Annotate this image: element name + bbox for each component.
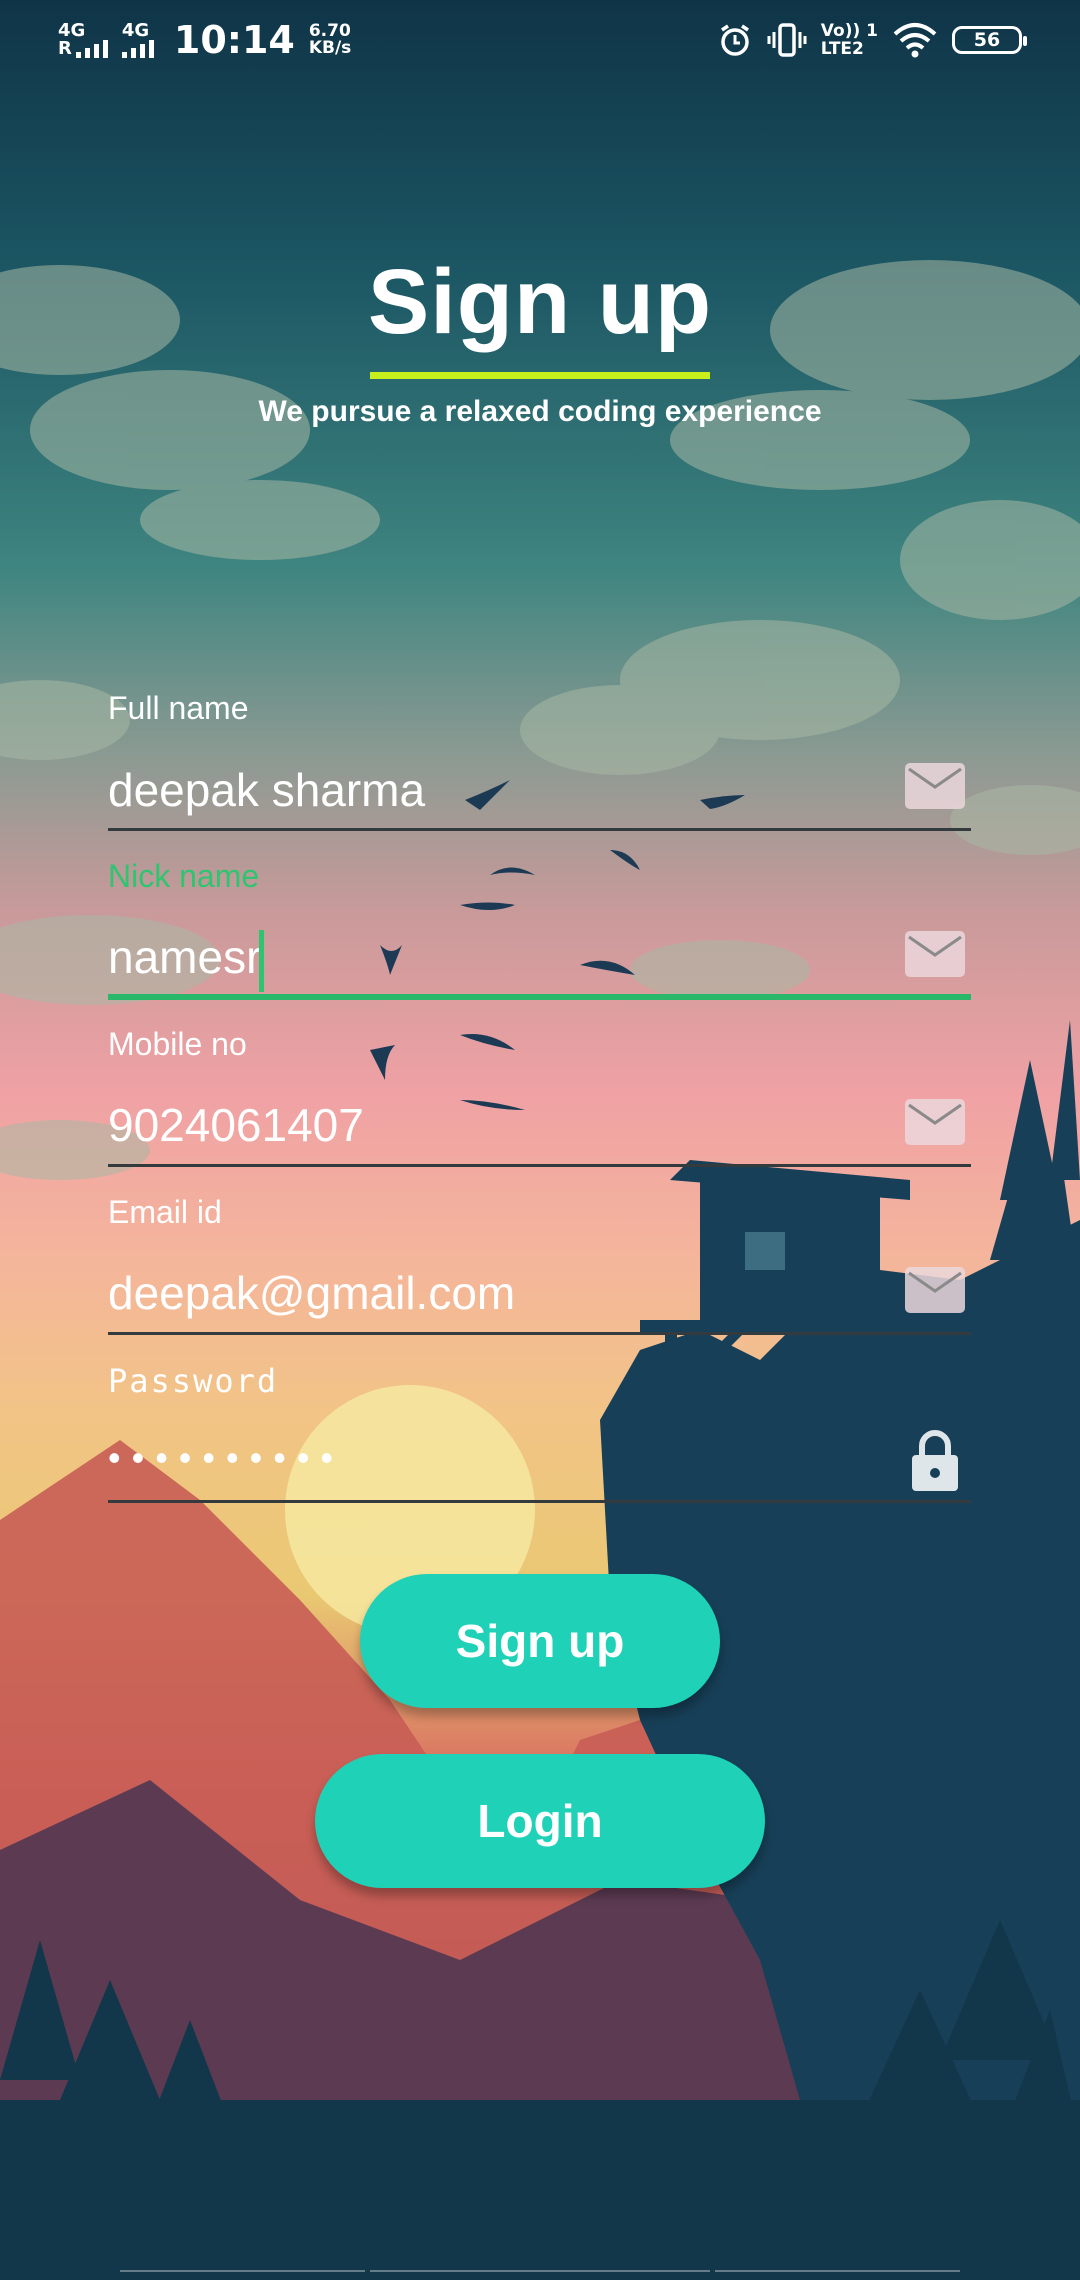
status-bar: 4G R 4G 10:14 6.70 KB/s Vo)) 1 LTE2 56: [0, 0, 1080, 80]
mail-icon: [905, 931, 965, 977]
nav-hint-center: [370, 2270, 710, 2280]
sim2-bars-icon: [121, 40, 154, 58]
nick-name-label: Nick name: [108, 858, 260, 894]
full-name-input[interactable]: deepak sharma: [108, 763, 425, 817]
battery-level: 56: [973, 29, 1001, 51]
volte-top: Vo)) 1: [820, 21, 878, 41]
email-input[interactable]: deepak@gmail.com: [108, 1266, 515, 1320]
volte-indicator: Vo)) 1 LTE2: [821, 22, 878, 58]
mobile-field[interactable]: Mobile no 9024061407: [108, 1026, 971, 1171]
alarm-icon: [720, 24, 749, 56]
title-underline: [370, 372, 710, 379]
password-field[interactable]: Password ••••••••••: [108, 1362, 971, 1507]
page-title: Sign up: [367, 251, 713, 353]
status-left: 4G R 4G 10:14 6.70 KB/s: [58, 18, 351, 62]
signup-button[interactable]: Sign up: [360, 1574, 720, 1708]
nick-name-input[interactable]: namesr: [108, 930, 265, 992]
clock: 10:14: [173, 18, 295, 62]
mobile-input[interactable]: 9024061407: [108, 1098, 364, 1152]
sim1-bars-icon: R: [58, 40, 108, 58]
email-underline: [108, 1332, 971, 1335]
mail-icon: [905, 763, 965, 809]
full-name-label: Full name: [108, 690, 249, 726]
volte-bottom: LTE2: [820, 39, 864, 59]
password-underline: [108, 1500, 971, 1503]
login-button[interactable]: Login: [315, 1754, 765, 1888]
password-input[interactable]: ••••••••••: [108, 1437, 344, 1479]
password-label: Password: [108, 1362, 279, 1400]
nav-hint-right: [715, 2270, 960, 2280]
text-cursor: [259, 930, 265, 992]
sim2-signal: 4G: [121, 20, 154, 58]
nick-name-field[interactable]: Nick name namesr: [108, 858, 971, 1003]
nick-name-underline: [108, 994, 971, 1000]
battery-indicator: 56: [952, 26, 1027, 54]
nick-name-value: namesr: [108, 931, 262, 984]
vibrate-icon: [767, 23, 807, 57]
lock-icon: [912, 1430, 958, 1491]
email-field[interactable]: Email id deepak@gmail.com: [108, 1194, 971, 1339]
full-name-underline: [108, 828, 971, 831]
mobile-label: Mobile no: [108, 1026, 247, 1062]
email-label: Email id: [108, 1194, 222, 1230]
speed-unit: KB/s: [308, 38, 352, 58]
status-right: Vo)) 1 LTE2 56: [717, 22, 1027, 58]
nav-hint-left: [120, 2270, 365, 2280]
full-name-field[interactable]: Full name deepak sharma: [108, 690, 971, 835]
sim1-roaming-label: R: [58, 38, 72, 59]
network-speed: 6.70 KB/s: [309, 23, 351, 57]
mail-icon: [905, 1099, 965, 1145]
page-subtitle: We pursue a relaxed coding experience: [258, 395, 822, 428]
mail-icon: [905, 1267, 965, 1313]
mobile-underline: [108, 1164, 971, 1167]
sim2-network-label: 4G: [121, 20, 150, 41]
wifi-icon: [893, 23, 937, 58]
sim1-signal: 4G R: [58, 22, 108, 58]
